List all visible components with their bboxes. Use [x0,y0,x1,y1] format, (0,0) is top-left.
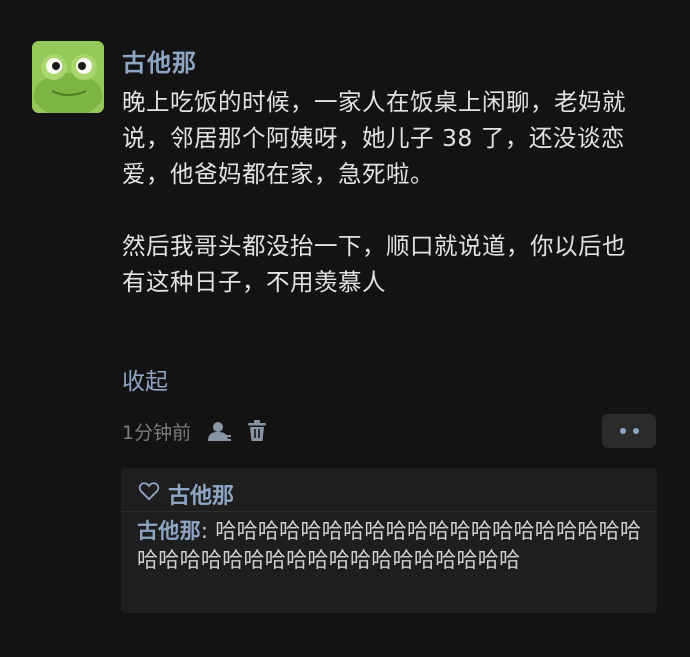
likes-names[interactable]: 古他那 [168,478,234,510]
heart-outline-icon [138,481,160,507]
post-paragraph-2: 然后我哥头都没抬一下，顺口就说道，你以后也有这种日子，不用羡慕人 [122,232,626,296]
divider [121,511,657,512]
user-icon[interactable] [207,420,232,442]
likes-row: 古他那 [138,478,234,510]
post-author-name[interactable]: 古他那 [122,43,197,78]
more-options-button[interactable] [602,414,656,448]
post-timestamp: 1分钟前 [122,421,192,444]
post-meta-row: 1分钟前 [122,416,267,446]
avatar[interactable] [32,41,104,113]
more-dot [619,428,626,434]
trash-icon[interactable] [247,420,267,442]
reply-author[interactable]: 古他那 [137,519,201,543]
collapse-link[interactable]: 收起 [122,362,168,396]
reply-item: 古他那: 哈哈哈哈哈哈哈哈哈哈哈哈哈哈哈哈哈哈哈哈哈哈哈哈哈哈哈哈哈哈哈哈哈哈哈… [137,517,649,575]
green-frog-avatar-icon [32,41,104,113]
post-content: 晚上吃饭的时候，一家人在饭桌上闲聊，老妈就说，邻居那个阿姨呀，她儿子 38 了，… [122,84,642,300]
reply-separator: : [200,519,216,543]
more-dot [632,428,639,434]
reply-card: 古他那 古他那: 哈哈哈哈哈哈哈哈哈哈哈哈哈哈哈哈哈哈哈哈哈哈哈哈哈哈哈哈哈哈哈… [121,468,657,613]
post-paragraph-1: 晚上吃饭的时候，一家人在饭桌上闲聊，老妈就说，邻居那个阿姨呀，她儿子 38 了，… [122,88,626,188]
